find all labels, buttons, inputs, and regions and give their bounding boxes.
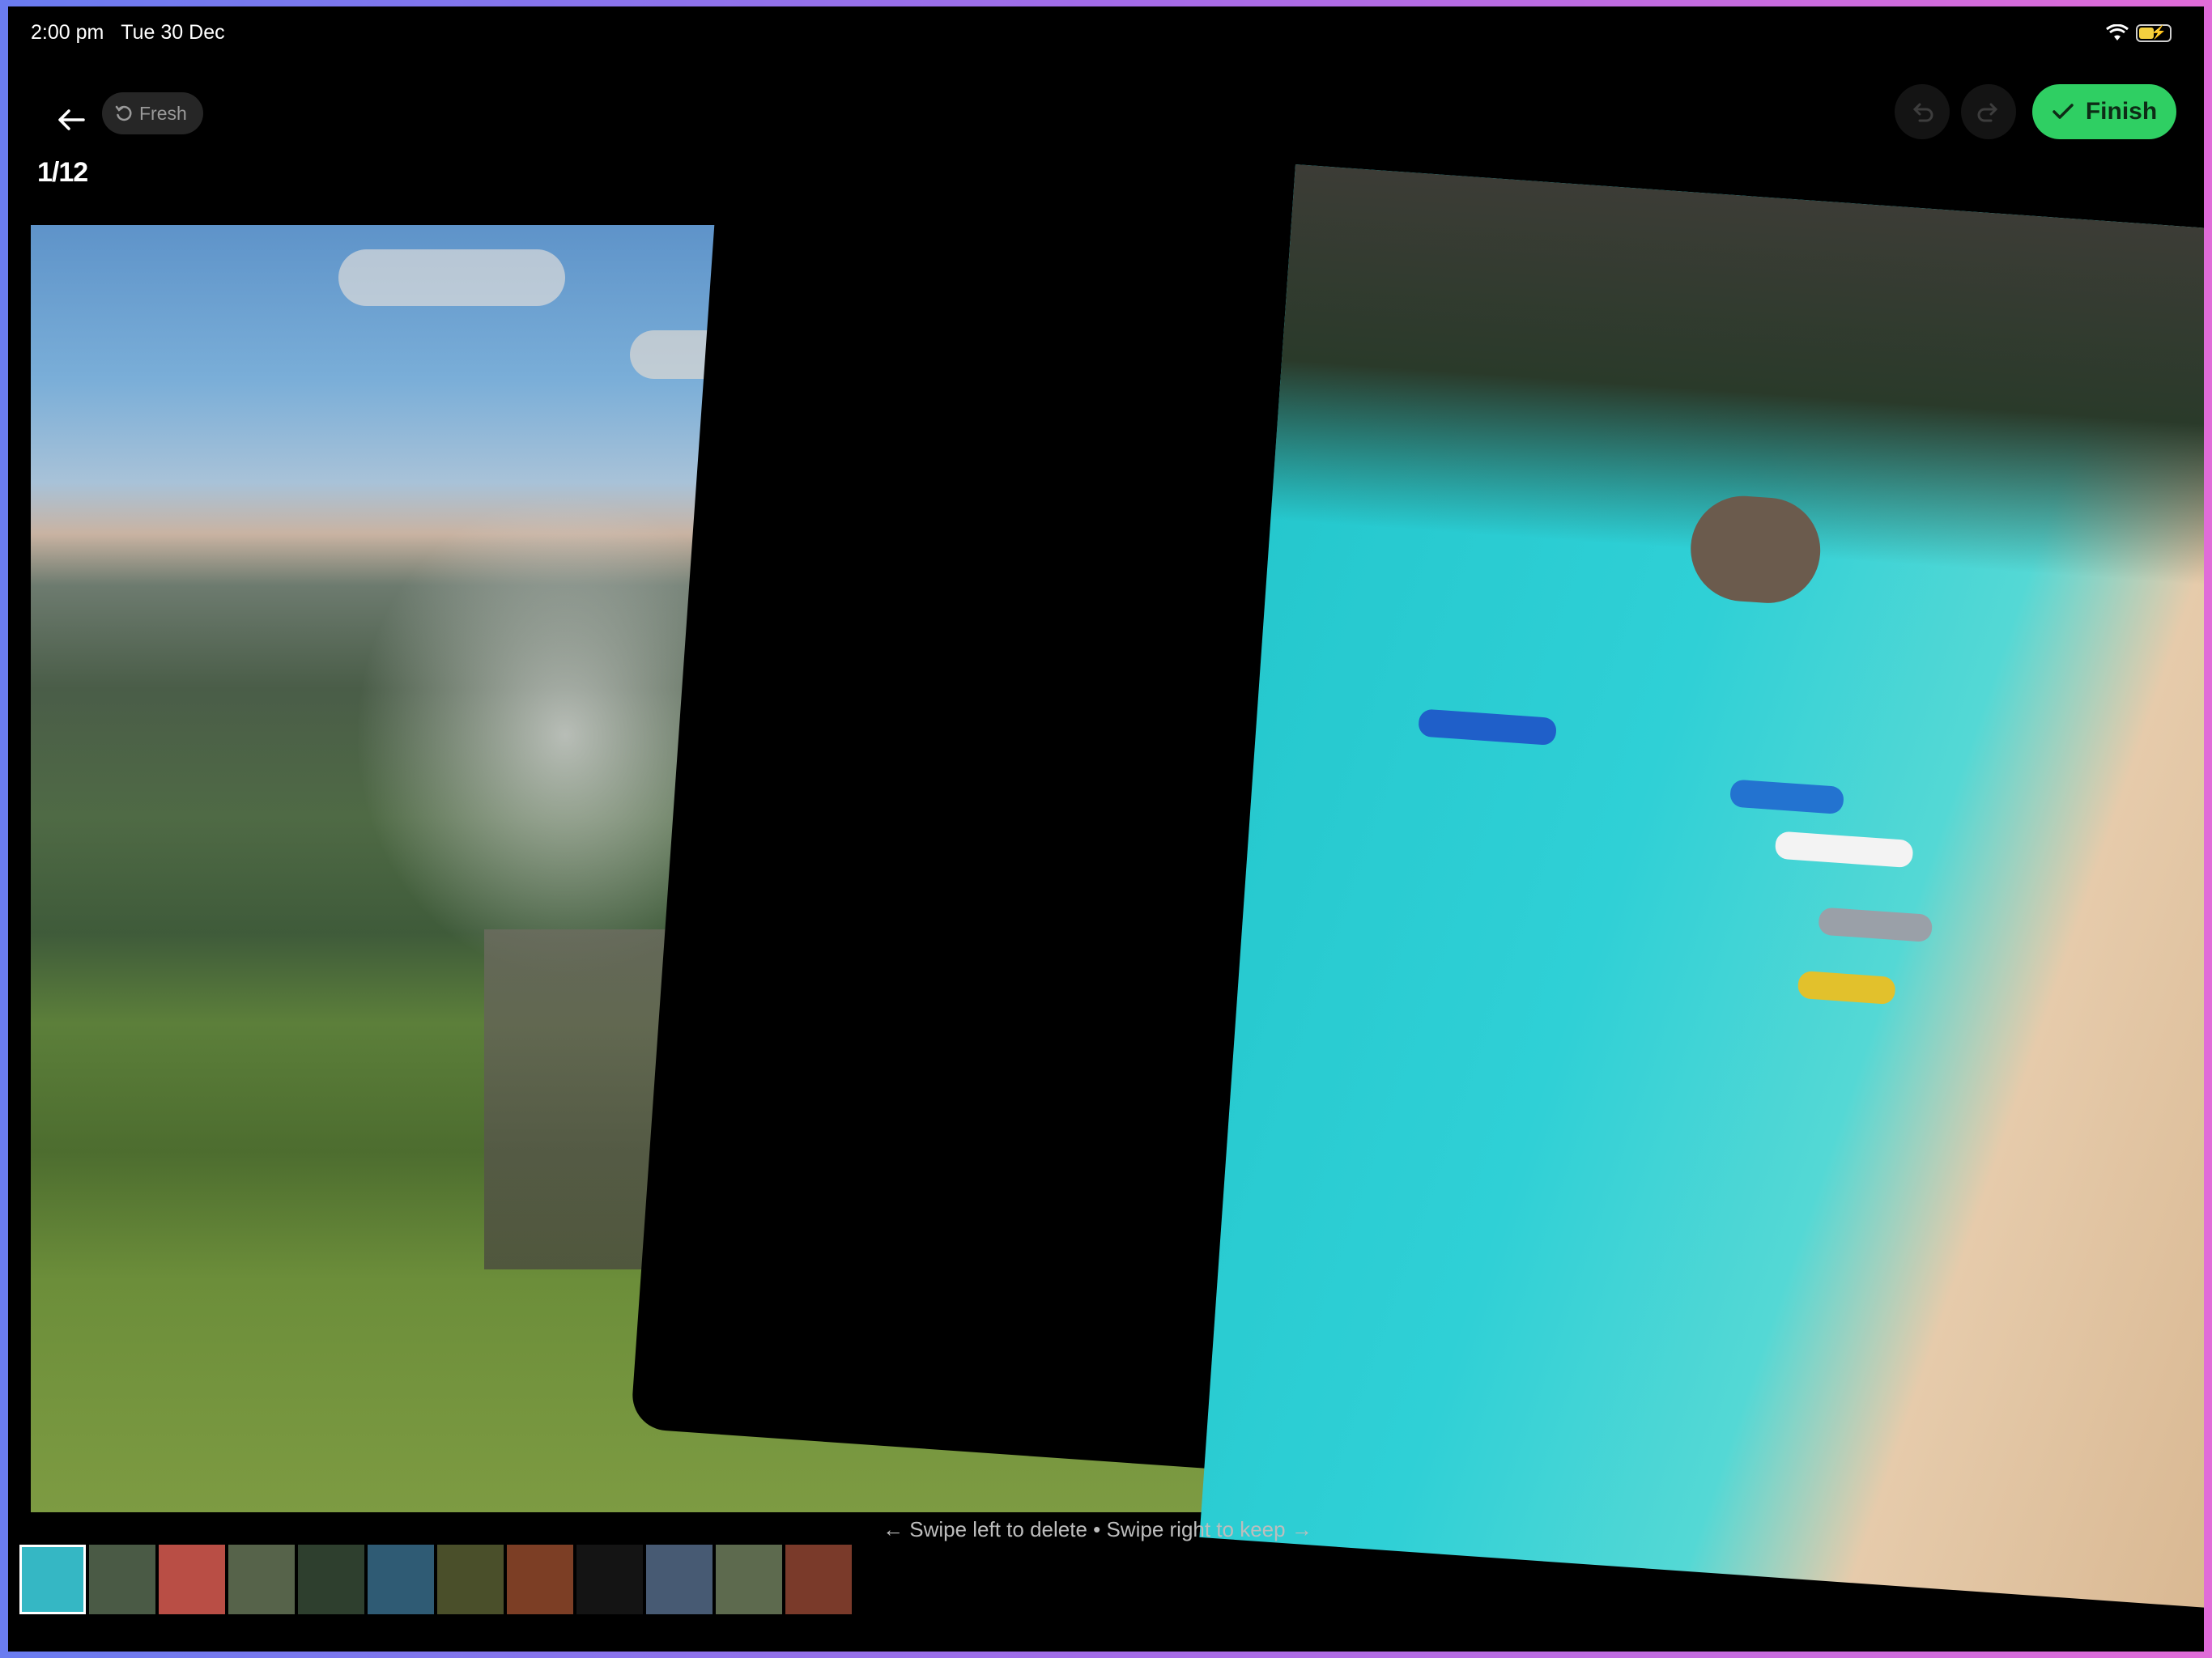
thumbnail-ocean-wave[interactable] xyxy=(368,1545,434,1614)
boat xyxy=(1818,907,1933,943)
thumbnail-autumn-forest[interactable] xyxy=(507,1545,573,1614)
fresh-button[interactable]: Fresh xyxy=(102,92,203,134)
undo-icon xyxy=(1912,103,1933,122)
checkmark-icon xyxy=(2052,104,2074,119)
swipe-hint: ← Swipe left to delete • Swipe right to … xyxy=(883,1517,1312,1541)
finish-button[interactable]: Finish xyxy=(2032,84,2176,139)
thumbnail-strip xyxy=(19,1545,852,1614)
thumbnail-cliff-sea[interactable] xyxy=(716,1545,782,1614)
boat xyxy=(1418,708,1558,746)
redo-icon xyxy=(1977,103,1998,122)
status-time: 2:00 pm xyxy=(31,21,104,44)
finish-label: Finish xyxy=(2085,98,2158,125)
thumbnail-forest-path[interactable] xyxy=(437,1545,504,1614)
arrow-left-icon xyxy=(58,109,85,130)
boat xyxy=(1729,779,1844,815)
boat xyxy=(1797,970,1896,1005)
thumbnail-coast-dusk[interactable] xyxy=(646,1545,713,1614)
back-button[interactable] xyxy=(49,97,94,142)
boat xyxy=(1774,831,1914,869)
thumbnail-beach-aerial[interactable] xyxy=(19,1545,86,1614)
status-bar: 2:00 pm Tue 30 Dec xyxy=(31,21,225,45)
thumbnail-dark[interactable] xyxy=(576,1545,643,1614)
thumbnail-forest-waterfall[interactable] xyxy=(298,1545,364,1614)
redo-button[interactable] xyxy=(1961,84,2016,139)
status-indicators: ⚡ xyxy=(2105,24,2172,42)
status-date: Tue 30 Dec xyxy=(121,21,225,44)
thumbnail-golden-gate[interactable] xyxy=(785,1545,852,1614)
battery-icon: ⚡ xyxy=(2136,24,2172,42)
undo-button[interactable] xyxy=(1895,84,1950,139)
thumbnail-sunset-figure[interactable] xyxy=(159,1545,225,1614)
thumbnail-valley[interactable] xyxy=(228,1545,295,1614)
app-screen: 2:00 pm Tue 30 Dec ⚡ Fresh 1/12 Finish ←… xyxy=(8,6,2204,1652)
fresh-label: Fresh xyxy=(139,102,187,124)
thumbnail-hills[interactable] xyxy=(89,1545,155,1614)
refresh-icon xyxy=(115,105,132,121)
wifi-icon xyxy=(2106,24,2129,40)
current-photo-card[interactable] xyxy=(1199,164,2204,1609)
photo-counter: 1/12 xyxy=(37,157,88,188)
